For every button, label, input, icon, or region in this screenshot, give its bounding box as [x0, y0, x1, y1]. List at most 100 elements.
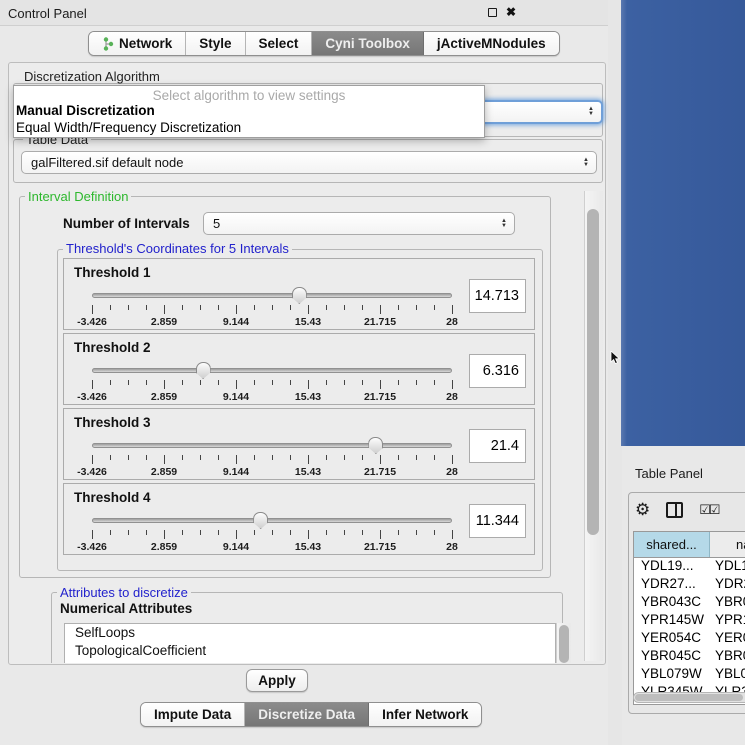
- slider-tick: [236, 455, 237, 464]
- combo-stepper-icon: ▲▼: [585, 107, 601, 117]
- panel-divider[interactable]: [608, 0, 622, 745]
- tab-style[interactable]: Style: [186, 32, 245, 55]
- attribute-list-item[interactable]: SelfLoops: [65, 624, 555, 642]
- tab-impute-data[interactable]: Impute Data: [141, 703, 245, 726]
- slider-tick: [434, 530, 435, 535]
- table-row[interactable]: YBR045CYBR0: [634, 648, 745, 666]
- slider-thumb[interactable]: [368, 437, 383, 454]
- threshold-value-field[interactable]: 6.316: [469, 354, 526, 388]
- top-tab-bar: NetworkStyle Select Cyni Toolbox jActiveMNo…: [88, 31, 560, 56]
- slider-thumb[interactable]: [292, 287, 307, 304]
- slider-track[interactable]: [92, 518, 452, 523]
- slider-tick: [218, 455, 219, 460]
- num-intervals-value: 5: [204, 216, 498, 231]
- close-icon[interactable]: ✖: [506, 7, 516, 17]
- num-intervals-combo[interactable]: 5 ▲▼: [203, 212, 515, 235]
- table-data-combo[interactable]: galFiltered.sif default node ▲▼: [21, 151, 597, 174]
- slider-tick: [344, 530, 345, 535]
- slider-tick: [92, 530, 93, 539]
- table-row[interactable]: YDR27...YDR2: [634, 576, 745, 594]
- tab-jactivemnodules[interactable]: jActiveMNodules: [424, 32, 559, 55]
- checkboxes-icon[interactable]: ☑☑: [699, 502, 718, 518]
- numerical-attributes-label: Numerical Attributes: [60, 601, 192, 616]
- popup-item-manual[interactable]: Manual Discretization: [14, 103, 484, 120]
- tab-network[interactable]: Network: [89, 32, 186, 55]
- gear-icon[interactable]: ⚙: [635, 501, 650, 518]
- threshold-slider[interactable]: -3.4262.8599.14415.4321.71528: [92, 510, 452, 554]
- column-header-shared[interactable]: shared...: [634, 532, 710, 557]
- threshold-value-field[interactable]: 14.713: [469, 279, 526, 313]
- tab-cyni-toolbox[interactable]: Cyni Toolbox: [312, 32, 424, 55]
- slider-tick-label: 28: [446, 541, 458, 553]
- slider-tick: [416, 455, 417, 460]
- slider-tick: [416, 530, 417, 535]
- slider-tick: [308, 530, 309, 539]
- combo-stepper-icon: ▲▼: [580, 158, 596, 168]
- tab-label: Select: [259, 36, 299, 51]
- tab-label: Cyni Toolbox: [325, 36, 410, 51]
- slider-tick: [218, 380, 219, 385]
- slider-tick: [128, 530, 129, 535]
- panel-scrollbar[interactable]: [584, 191, 603, 661]
- attributes-scrollbar[interactable]: [556, 623, 571, 663]
- threshold-label: Threshold 4: [74, 490, 151, 505]
- apply-button[interactable]: Apply: [246, 669, 308, 692]
- slider-tick: [182, 305, 183, 310]
- slider-tick: [452, 455, 453, 464]
- table-row[interactable]: YBR043CYBR0: [634, 594, 745, 612]
- slider-track[interactable]: [92, 293, 452, 298]
- slider-tick-label: 2.859: [151, 316, 177, 328]
- tab-select[interactable]: Select: [246, 32, 313, 55]
- cell-name: YBR0: [710, 594, 745, 612]
- slider-tick: [272, 380, 273, 385]
- slider-tick: [380, 530, 381, 539]
- threshold-value-field[interactable]: 21.4: [469, 429, 526, 463]
- numerical-attributes-list[interactable]: SelfLoopsTopologicalCoefficientBetweenne…: [64, 623, 556, 663]
- threshold-value-field[interactable]: 11.344: [469, 504, 526, 538]
- tab-discretize-data[interactable]: Discretize Data: [245, 703, 369, 726]
- slider-track[interactable]: [92, 443, 452, 448]
- threshold-label: Threshold 2: [74, 340, 151, 355]
- slider-tick: [254, 380, 255, 385]
- attribute-list-item[interactable]: TopologicalCoefficient: [65, 642, 555, 660]
- slider-tick: [146, 305, 147, 310]
- slider-tick: [416, 305, 417, 310]
- popup-item-equal-width[interactable]: Equal Width/Frequency Discretization: [14, 120, 484, 137]
- slider-tick: [92, 455, 93, 464]
- slider-tick: [128, 455, 129, 460]
- slider-track[interactable]: [92, 368, 452, 373]
- table-horizontal-scrollbar[interactable]: [633, 692, 745, 703]
- slider-tick: [362, 455, 363, 460]
- attribute-list-item[interactable]: BetweennessCentrality: [65, 660, 555, 663]
- table-row[interactable]: YPR145WYPR1: [634, 612, 745, 630]
- columns-icon[interactable]: [666, 502, 683, 518]
- network-window-frame: GAL80GACGAL11GAL4GCY1HHAP2: [621, 0, 745, 446]
- cell-shared-name: YER054C: [634, 630, 710, 648]
- cyni-toolbox-content: Discretization Algorithm ▲▼ Select algor…: [8, 62, 606, 665]
- control-panel-header: Control Panel ✖: [0, 0, 608, 26]
- slider-tick: [344, 305, 345, 310]
- float-window-icon[interactable]: [488, 8, 497, 17]
- cell-name: YDL1: [710, 558, 745, 576]
- cell-name: YDR2: [710, 576, 745, 594]
- threshold-slider[interactable]: -3.4262.8599.14415.4321.71528: [92, 435, 452, 479]
- threshold-panel: Threshold 1-3.4262.8599.14415.4321.71528…: [63, 258, 535, 330]
- cell-shared-name: YBR043C: [634, 594, 710, 612]
- discretization-algorithm-label: Discretization Algorithm: [21, 69, 163, 84]
- tab-infer-network[interactable]: Infer Network: [369, 703, 481, 726]
- slider-thumb[interactable]: [196, 362, 211, 379]
- slider-tick: [326, 455, 327, 460]
- slider-thumb[interactable]: [253, 512, 268, 529]
- table-row[interactable]: YBL079WYBL0: [634, 666, 745, 684]
- slider-tick: [254, 455, 255, 460]
- threshold-slider[interactable]: -3.4262.8599.14415.4321.71528: [92, 360, 452, 404]
- threshold-slider[interactable]: -3.4262.8599.14415.4321.71528: [92, 285, 452, 329]
- column-header-name[interactable]: na: [710, 532, 745, 557]
- slider-tick: [164, 380, 165, 389]
- table-row[interactable]: YDL19...YDL1: [634, 558, 745, 576]
- table-panel: ⚙ ☑☑ shared... na YDL19...YDL1YDR27...YD…: [628, 492, 745, 714]
- popup-prompt: Select algorithm to view settings: [14, 86, 484, 103]
- table-row[interactable]: YER054CYER0: [634, 630, 745, 648]
- slider-tick-label: 9.144: [223, 466, 249, 478]
- num-intervals-label: Number of Intervals: [63, 216, 190, 231]
